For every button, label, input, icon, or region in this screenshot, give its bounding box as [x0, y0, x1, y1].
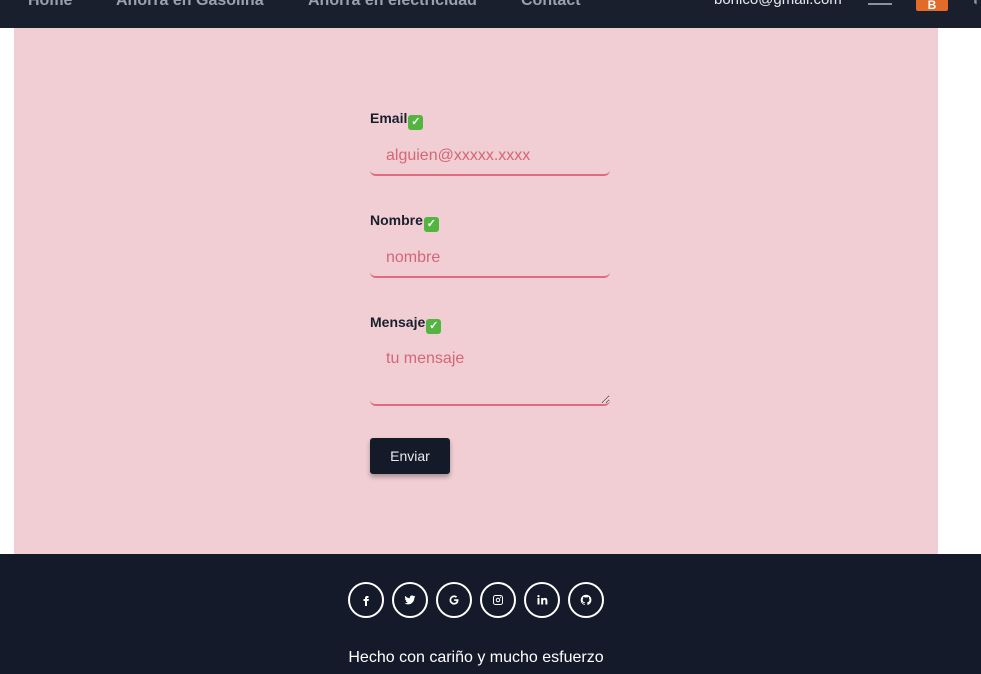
nav-link-contact[interactable]: Contact — [521, 0, 581, 10]
nav-link-home[interactable]: Home — [28, 0, 72, 10]
submit-button[interactable]: Enviar — [370, 438, 450, 474]
check-icon: ✓ — [423, 217, 439, 232]
github-icon[interactable] — [568, 582, 604, 618]
message-field[interactable] — [370, 342, 610, 406]
nav-link-gasolina[interactable]: Ahorra en Gasolina — [116, 0, 264, 10]
email-field[interactable] — [370, 138, 610, 176]
facebook-icon[interactable] — [348, 582, 384, 618]
avatar[interactable]: B — [916, 0, 948, 12]
google-icon[interactable] — [436, 582, 472, 618]
footer: Hecho con cariño y mucho esfuerzo — [0, 554, 981, 674]
message-label: Mensaje ✓ — [370, 314, 442, 334]
social-links — [348, 582, 604, 618]
twitter-icon[interactable] — [392, 582, 428, 618]
top-navbar: Home Ahorra en Gasolina Ahorra en electr… — [0, 0, 981, 28]
name-label: Nombre ✓ — [370, 212, 439, 232]
name-field[interactable] — [370, 240, 610, 278]
linkedin-icon[interactable] — [524, 582, 560, 618]
instagram-icon[interactable] — [480, 582, 516, 618]
user-email: bonico@gmail.com — [714, 0, 842, 8]
user-menu-icon[interactable]: ◐ — [973, 0, 980, 8]
nav-link-electricidad[interactable]: Ahorra en electricidad — [308, 0, 477, 10]
hamburger-menu-icon[interactable] — [868, 0, 892, 8]
footer-tagline: Hecho con cariño y mucho esfuerzo — [348, 649, 604, 666]
contact-panel: Email✓ Nombre✓ Mensaje✓ Enviar — [14, 28, 938, 554]
check-icon: ✓ — [408, 115, 424, 130]
email-label: Email ✓ — [370, 110, 424, 130]
check-icon: ✓ — [426, 319, 442, 334]
